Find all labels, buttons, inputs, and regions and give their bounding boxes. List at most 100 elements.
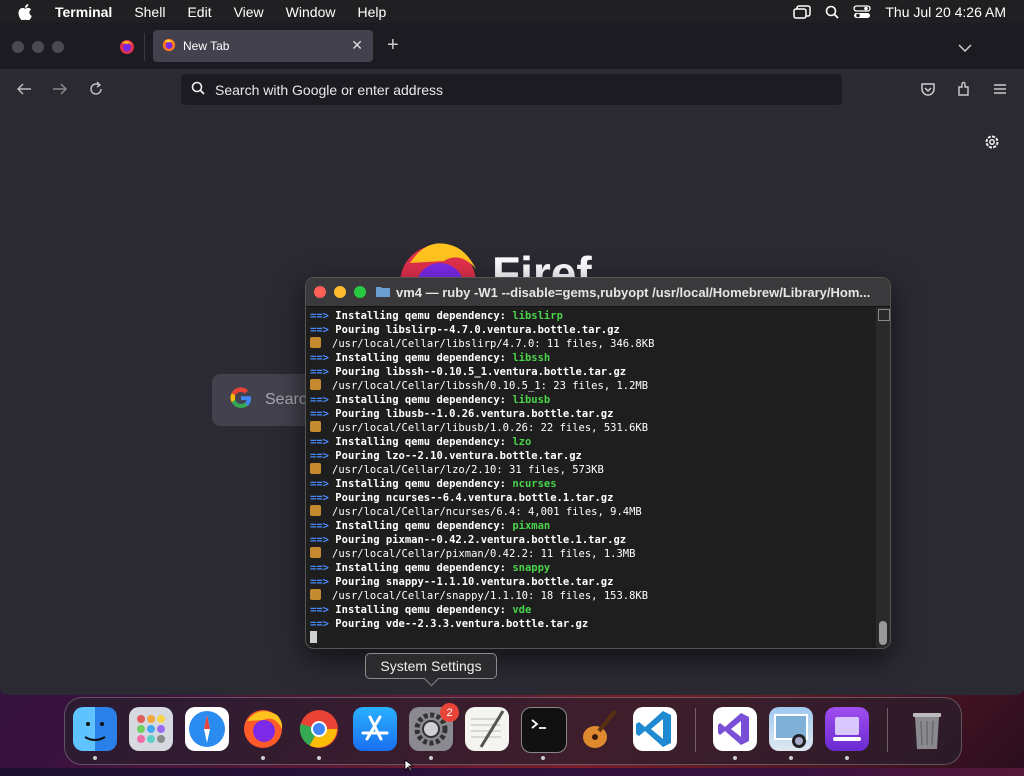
preview-icon[interactable] (769, 707, 813, 751)
menu-shell[interactable]: Shell (134, 4, 165, 20)
beer-mug-icon (310, 421, 321, 432)
vscode-icon[interactable] (633, 707, 677, 751)
reload-icon[interactable] (88, 81, 104, 102)
terminal-line: ==> Installing qemu dependency: vde (310, 603, 878, 617)
address-bar[interactable]: Search with Google or enter address (181, 74, 842, 105)
hamburger-menu-icon[interactable] (992, 81, 1008, 102)
terminal-line: /usr/local/Cellar/ncurses/6.4: 4,001 fil… (310, 505, 878, 519)
terminal-line-text: /usr/local/Cellar/libssh/0.10.5_1: 23 fi… (332, 380, 649, 392)
terminal-arrow: ==> (310, 520, 336, 532)
terminal-minimize-button[interactable] (334, 286, 346, 298)
trash-icon[interactable] (905, 707, 949, 751)
terminal-line-text: /usr/local/Cellar/pixman/0.42.2: 11 file… (332, 548, 636, 560)
terminal-running-dot (541, 756, 545, 760)
finder-running-dot (93, 756, 97, 760)
terminal-line: /usr/local/Cellar/pixman/0.42.2: 11 file… (310, 547, 878, 561)
terminal-line-text: Pouring libslirp--4.7.0.ventura.bottle.t… (335, 324, 620, 336)
utm-icon[interactable] (825, 707, 869, 751)
utm-running-dot (845, 756, 849, 760)
dock-tooltip: System Settings (365, 653, 497, 687)
finder-icon[interactable] (73, 707, 117, 751)
zoom-window-button[interactable] (52, 41, 64, 53)
beer-mug-icon (310, 589, 321, 600)
terminal-line-text: Installing qemu dependency: (335, 352, 513, 364)
terminal-package-name: vde (512, 604, 532, 616)
extensions-icon[interactable] (956, 81, 972, 102)
terminal-arrow: ==> (310, 492, 336, 504)
terminal-line-text: Pouring pixman--0.42.2.ventura.bottle.1.… (335, 534, 627, 546)
forward-arrow-icon[interactable] (52, 81, 68, 102)
terminal-package-name: libusb (512, 394, 551, 406)
textedit-icon[interactable] (465, 707, 509, 751)
preview-running-dot (789, 756, 793, 760)
terminal-line: ==> Installing qemu dependency: libssh (310, 351, 878, 365)
terminal-line: ==> Installing qemu dependency: pixman (310, 519, 878, 533)
terminal-close-button[interactable] (314, 286, 326, 298)
spotlight-search-icon[interactable] (825, 5, 839, 19)
terminal-line: ==> Installing qemu dependency: ncurses (310, 477, 878, 491)
menu-window[interactable]: Window (286, 4, 336, 20)
terminal-arrow: ==> (310, 394, 336, 406)
app-store-icon[interactable] (353, 707, 397, 751)
pinned-tab[interactable] (110, 33, 145, 61)
menu-view[interactable]: View (234, 4, 264, 20)
terminal-line-text: /usr/local/Cellar/lzo/2.10: 31 files, 57… (332, 464, 604, 476)
dock-separator (887, 708, 888, 752)
terminal-titlebar[interactable]: vm4 — ruby -W1 --disable=gems,rubyopt /u… (306, 278, 890, 307)
gear-icon[interactable] (983, 133, 1001, 156)
terminal-arrow: ==> (310, 310, 336, 322)
visual-studio-icon[interactable] (713, 707, 757, 751)
menu-bar: Terminal Shell Edit View Window Help Thu… (0, 0, 1024, 23)
terminal-zoom-button[interactable] (354, 286, 366, 298)
apple-menu-icon[interactable] (18, 3, 34, 20)
firefox-dock-icon[interactable] (241, 707, 285, 751)
google-search-placeholder: Searc (265, 391, 307, 408)
terminal-line: ==> Installing qemu dependency: libslirp (310, 309, 878, 323)
stage-manager-icon[interactable] (793, 4, 812, 19)
tab-new-tab[interactable]: New Tab ✕ (153, 30, 373, 62)
minimize-window-button[interactable] (32, 41, 44, 53)
control-center-icon[interactable] (853, 4, 872, 19)
terminal-line-text: Pouring vde--2.3.3.ventura.bottle.tar.gz (335, 618, 589, 630)
terminal-line-text: Pouring snappy--1.1.10.ventura.bottle.ta… (335, 576, 614, 588)
chrome-icon[interactable] (297, 707, 341, 751)
firefox-icon (162, 38, 176, 55)
terminal-icon[interactable] (521, 707, 567, 753)
terminal-cursor (310, 631, 317, 643)
safari-icon[interactable] (185, 707, 229, 751)
terminal-line-text: /usr/local/Cellar/libusb/1.0.26: 22 file… (332, 422, 649, 434)
terminal-line-text: /usr/local/Cellar/ncurses/6.4: 4,001 fil… (332, 506, 642, 518)
garageband-icon[interactable] (577, 707, 621, 751)
menu-app-name[interactable]: Terminal (55, 4, 112, 20)
close-tab-icon[interactable]: ✕ (351, 37, 363, 54)
terminal-package-name: ncurses (512, 478, 557, 490)
terminal-output[interactable]: ==> Installing qemu dependency: libslirp… (306, 307, 882, 648)
terminal-line-text: Pouring libusb--1.0.26.ventura.bottle.ta… (335, 408, 614, 420)
back-arrow-icon[interactable] (16, 81, 32, 102)
terminal-arrow: ==> (310, 576, 336, 588)
terminal-package-name: snappy (512, 562, 551, 574)
list-tabs-chevron-icon[interactable] (958, 39, 972, 57)
terminal-line: ==> Pouring vde--2.3.3.ventura.bottle.ta… (310, 617, 878, 631)
scroll-thumb[interactable] (879, 621, 887, 645)
window-controls (12, 41, 64, 53)
new-tab-plus-icon[interactable]: + (387, 34, 399, 57)
terminal-line: ==> Installing qemu dependency: snappy (310, 561, 878, 575)
menu-clock[interactable]: Thu Jul 20 4:26 AM (885, 4, 1006, 20)
terminal-window-controls (314, 286, 366, 298)
scroll-up-icon[interactable] (878, 309, 890, 321)
menu-help[interactable]: Help (357, 4, 386, 20)
pocket-icon[interactable] (920, 81, 936, 102)
terminal-line: ==> Pouring ncurses--6.4.ventura.bottle.… (310, 491, 878, 505)
terminal-scrollbar[interactable] (876, 307, 890, 648)
close-window-button[interactable] (12, 41, 24, 53)
terminal-line-text: /usr/local/Cellar/snappy/1.1.10: 18 file… (332, 590, 649, 602)
terminal-arrow: ==> (310, 352, 336, 364)
launchpad-icon[interactable] (129, 707, 173, 751)
terminal-line: ==> Pouring snappy--1.1.10.ventura.bottl… (310, 575, 878, 589)
terminal-arrow: ==> (310, 478, 336, 490)
terminal-arrow: ==> (310, 324, 336, 336)
terminal-arrow: ==> (310, 408, 336, 420)
terminal-line-text: Installing qemu dependency: (335, 520, 513, 532)
menu-edit[interactable]: Edit (187, 4, 211, 20)
